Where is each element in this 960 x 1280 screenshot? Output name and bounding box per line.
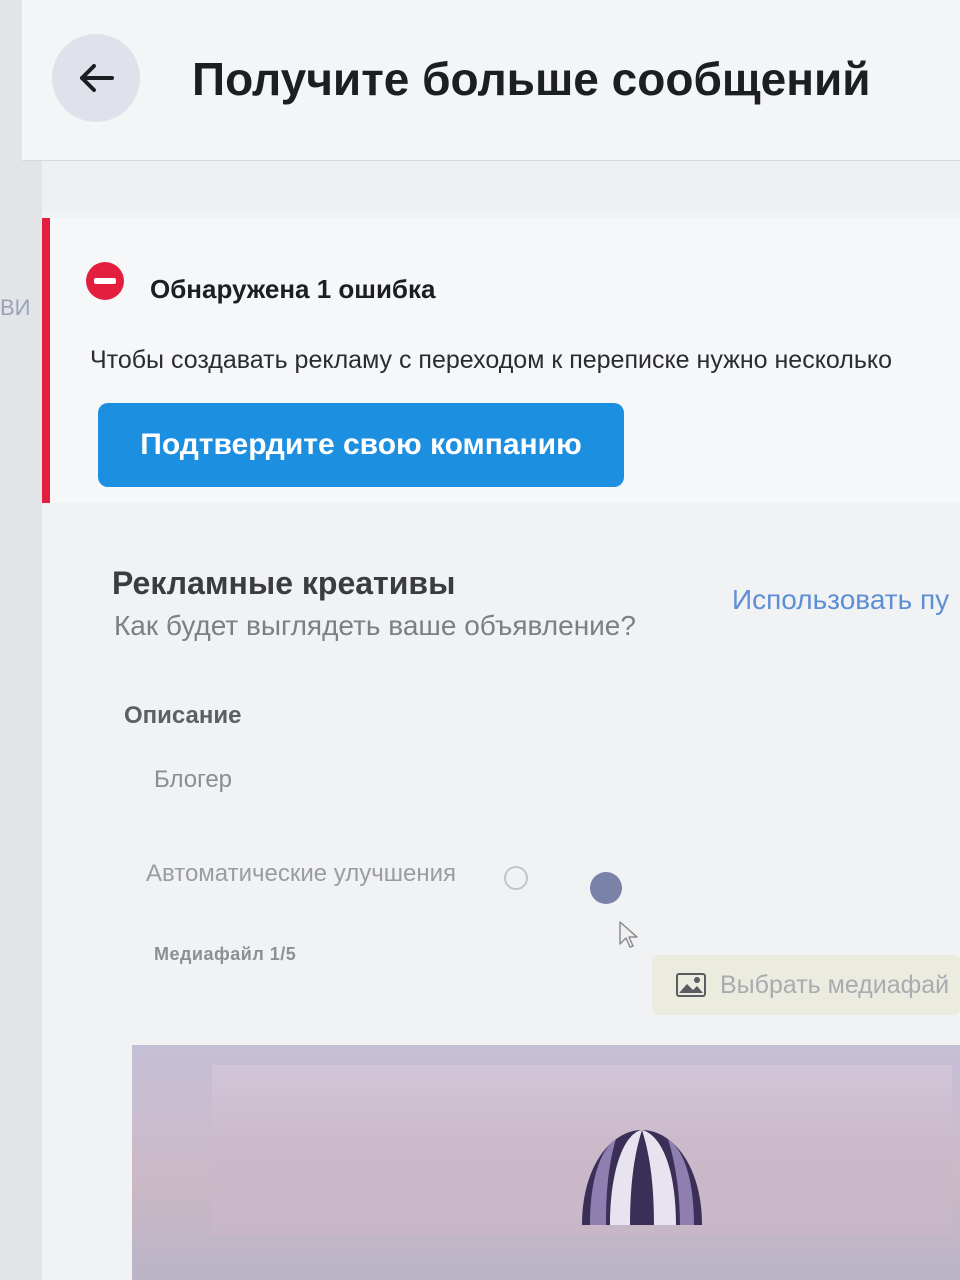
auto-improvements-toggle[interactable]: [590, 872, 622, 904]
media-count-label: Медиафайл 1/5: [154, 944, 297, 964]
error-alert: Обнаружена 1 ошибка Чтобы создавать рекл…: [42, 218, 960, 503]
header: Получите больше сообщений: [22, 0, 960, 161]
preview-image: [212, 1065, 952, 1235]
info-icon[interactable]: [504, 866, 528, 890]
description-field[interactable]: Блогер: [142, 750, 914, 810]
page: ВИ Получите больше сообщений Обнаружена …: [0, 0, 960, 1280]
hot-air-balloon-image: [582, 1130, 702, 1225]
background-text-fragment: ВИ: [0, 295, 31, 320]
use-existing-link[interactable]: Использовать пу: [732, 584, 949, 616]
error-title: Обнаружена 1 ошибка: [150, 274, 436, 304]
confirm-company-button[interactable]: Подтвердите свою компанию: [98, 403, 624, 487]
back-button[interactable]: [52, 34, 140, 122]
auto-improvements-label: Автоматические улучшения: [146, 860, 457, 887]
image-icon: [676, 973, 706, 997]
error-message: Чтобы создавать рекламу с переходом к пе…: [90, 346, 893, 374]
description-label: Описание: [124, 702, 242, 729]
media-preview: [132, 1045, 960, 1280]
choose-media-label: Выбрать медиафай: [720, 970, 950, 999]
choose-media-button[interactable]: Выбрать медиафай: [652, 955, 960, 1015]
arrow-left-icon: [80, 64, 114, 92]
content-panel: Обнаружена 1 ошибка Чтобы создавать рекл…: [42, 210, 960, 1280]
section-subtitle: Как будет выглядеть ваше объявление?: [114, 610, 636, 641]
mouse-cursor-icon: [619, 921, 638, 948]
background-page-strip: ВИ: [0, 0, 42, 1280]
error-stop-icon: [86, 262, 124, 300]
section-title: Рекламные креативы: [112, 565, 456, 601]
page-title: Получите больше сообщений: [192, 53, 871, 105]
